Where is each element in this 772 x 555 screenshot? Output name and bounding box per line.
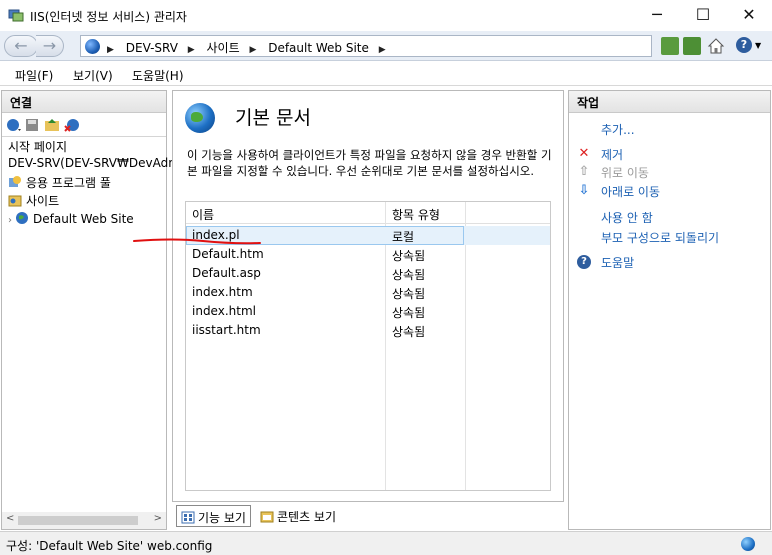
status-text: 구성: 'Default Web Site' web.config: [6, 539, 213, 553]
scroll-thumb[interactable]: [18, 516, 138, 525]
breadcrumb-separator[interactable]: ▶: [379, 45, 386, 55]
move-up-icon: ⇧: [578, 164, 590, 179]
help-icon[interactable]: ?: [736, 37, 752, 53]
scroll-right-icon[interactable]: >: [154, 513, 162, 524]
sites-folder-icon: [8, 195, 22, 207]
action-move-down[interactable]: 아래로 이동: [601, 183, 660, 200]
stop-icon[interactable]: [683, 37, 701, 55]
remove-x-icon: ✕: [578, 146, 590, 161]
refresh-icon[interactable]: [661, 37, 679, 55]
default-document-globe-icon: [185, 103, 215, 133]
chevron-down-icon[interactable]: ▼: [755, 41, 761, 50]
column-header-name[interactable]: 이름: [192, 206, 214, 223]
connections-hscrollbar[interactable]: < >: [2, 512, 166, 529]
scroll-left-icon[interactable]: <: [6, 513, 14, 524]
actions-header: 작업: [569, 91, 770, 113]
menu-file[interactable]: 파일(F): [15, 67, 53, 84]
connections-header: 연결: [2, 91, 166, 113]
action-help[interactable]: 도움말: [601, 254, 634, 271]
breadcrumb-sites[interactable]: 사이트: [207, 41, 240, 55]
row-type: 로컬: [392, 230, 415, 244]
breadcrumb-separator[interactable]: ▶: [249, 45, 256, 55]
tab-content-view[interactable]: 콘텐츠 보기: [256, 505, 340, 527]
action-remove[interactable]: 제거: [601, 146, 623, 163]
table-row[interactable]: Default.htm 상속됨: [186, 245, 550, 264]
row-name: iisstart.htm: [192, 323, 261, 337]
close-button[interactable]: ✕: [726, 0, 772, 31]
maximize-button[interactable]: ☐: [680, 0, 726, 31]
table-row[interactable]: index.htm 상속됨: [186, 283, 550, 302]
delete-connection-icon[interactable]: [64, 117, 80, 133]
expand-chevron-icon[interactable]: ›: [8, 215, 12, 226]
connections-pane: 연결 시작 페이지 DEV-SRV(DEV-SRV₩DevAdm 응용 프로그램…: [1, 90, 180, 530]
feature-description: 이 기능을 사용하여 클라이언트가 특정 파일을 요청하지 않을 경우 반환할 …: [187, 148, 552, 178]
row-type: 상속됨: [392, 268, 426, 282]
actions-pane: 작업 추가... ✕ 제거 ⇧ 위로 이동 ⇩ 아래로 이동 사용 안 함 부모…: [568, 90, 771, 530]
help-icon: ?: [577, 255, 591, 269]
menu-bar: 파일(F) 보기(V) 도움말(H): [0, 62, 772, 86]
action-revert-to-parent[interactable]: 부모 구성으로 되돌리기: [601, 229, 719, 246]
table-row[interactable]: Default.asp 상속됨: [186, 264, 550, 283]
globe-icon: [85, 39, 100, 54]
title-bar: IIS(인터넷 정보 서비스) 관리자 ─ ☐ ✕: [0, 0, 772, 31]
move-down-icon: ⇩: [578, 183, 590, 198]
row-name: index.html: [192, 304, 256, 318]
tree-default-web-site[interactable]: › Default Web Site: [8, 211, 134, 226]
connections-toolbar: [2, 113, 166, 137]
action-move-up: 위로 이동: [601, 166, 649, 180]
row-type: 상속됨: [392, 287, 426, 301]
features-view-icon: [181, 511, 195, 524]
annotation-underline: [133, 238, 261, 245]
forward-button[interactable]: →: [36, 35, 64, 57]
action-disable[interactable]: 사용 안 함: [601, 209, 653, 226]
save-icon[interactable]: [24, 117, 40, 133]
tree-start-page[interactable]: 시작 페이지: [8, 138, 67, 155]
minimize-button[interactable]: ─: [634, 0, 680, 31]
tree-server[interactable]: DEV-SRV(DEV-SRV₩DevAdm: [8, 156, 180, 170]
view-tabs: 기능 보기 콘텐츠 보기: [172, 504, 564, 528]
column-header-entry-type[interactable]: 항목 유형: [392, 206, 440, 223]
address-bar: ← → ▶ DEV-SRV ▶ 사이트 ▶ Default Web Site ▶…: [0, 31, 772, 61]
row-name: Default.htm: [192, 247, 264, 261]
tree-sites[interactable]: 사이트: [8, 192, 59, 209]
row-type: 상속됨: [392, 306, 426, 320]
website-globe-icon: [16, 212, 28, 224]
breadcrumb-site[interactable]: Default Web Site: [268, 41, 369, 55]
row-name: index.htm: [192, 285, 253, 299]
app-pool-icon: [9, 176, 21, 187]
row-type: 상속됨: [392, 249, 426, 263]
action-add[interactable]: 추가...: [601, 121, 635, 138]
content-view-icon: [260, 511, 274, 523]
breadcrumb-separator[interactable]: ▶: [107, 45, 114, 55]
home-icon[interactable]: [707, 37, 725, 55]
back-arrow-icon: ←: [14, 36, 28, 55]
up-level-icon[interactable]: [44, 117, 60, 133]
row-name: Default.asp: [192, 266, 261, 280]
window-title: IIS(인터넷 정보 서비스) 관리자: [30, 10, 187, 24]
status-bar: 구성: 'Default Web Site' web.config: [0, 531, 772, 555]
status-globe-icon: [741, 537, 755, 551]
table-row[interactable]: iisstart.htm 상속됨: [186, 321, 550, 340]
tab-features-view[interactable]: 기능 보기: [176, 505, 251, 527]
breadcrumb-separator[interactable]: ▶: [188, 45, 195, 55]
back-button[interactable]: ←: [4, 35, 38, 57]
connect-globe-icon[interactable]: [6, 117, 22, 133]
table-row[interactable]: index.html 상속됨: [186, 302, 550, 321]
row-type: 상속됨: [392, 325, 426, 339]
iis-manager-icon: [8, 9, 24, 22]
page-title: 기본 문서: [235, 107, 311, 129]
feature-pane: 기본 문서 이 기능을 사용하여 클라이언트가 특정 파일을 요청하지 않을 경…: [172, 90, 564, 502]
tree-app-pools[interactable]: 응용 프로그램 풀: [8, 174, 111, 191]
list-header: 이름 항목 유형: [186, 202, 550, 224]
breadcrumb[interactable]: ▶ DEV-SRV ▶ 사이트 ▶ Default Web Site ▶: [80, 35, 652, 57]
menu-view[interactable]: 보기(V): [73, 67, 113, 84]
forward-arrow-icon: →: [42, 36, 57, 55]
breadcrumb-server[interactable]: DEV-SRV: [126, 41, 178, 55]
menu-help[interactable]: 도움말(H): [132, 67, 184, 84]
